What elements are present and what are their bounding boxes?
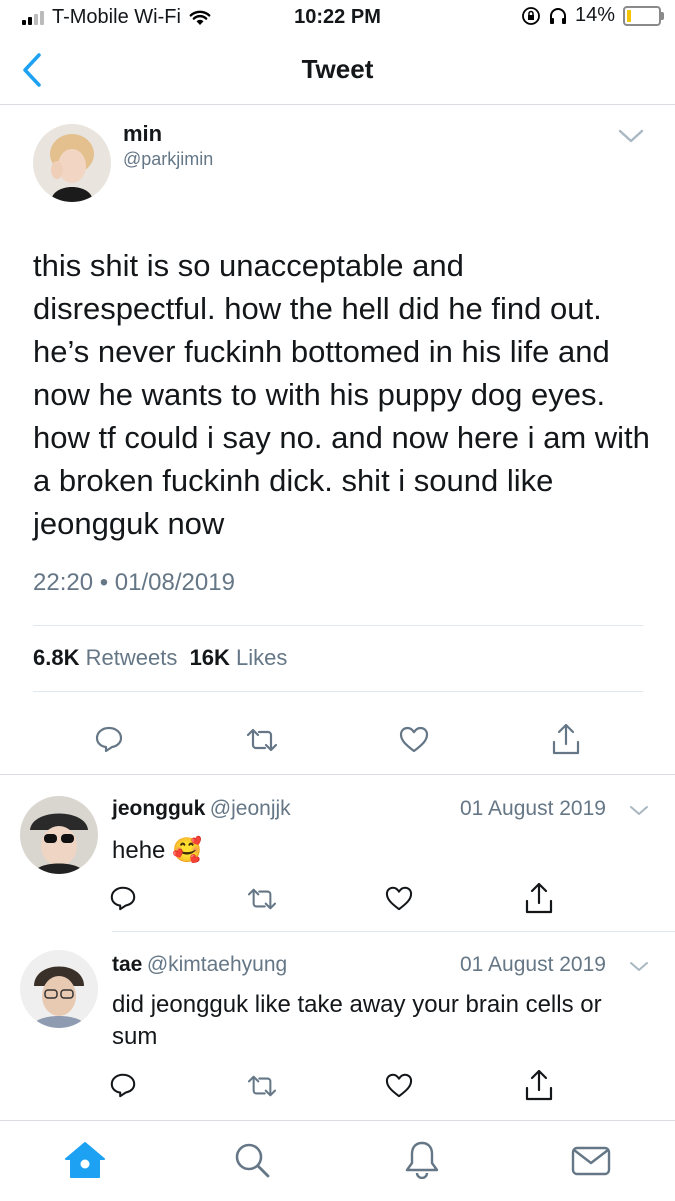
likes-label: Likes [236, 645, 288, 670]
chevron-down-icon[interactable] [629, 804, 649, 817]
reply-date: 01 August 2019 [460, 797, 606, 820]
like-icon[interactable] [385, 885, 413, 911]
reply-text: did jeongguk like take away your brain c… [112, 991, 602, 1050]
like-icon[interactable] [385, 1072, 413, 1098]
retweets-stat[interactable]: 6.8K Retweets [33, 645, 177, 670]
retweets-count: 6.8K [33, 645, 80, 670]
retweets-label: Retweets [85, 645, 178, 670]
share-icon[interactable] [551, 722, 581, 756]
avatar[interactable] [20, 796, 98, 874]
reply-date: 01 August 2019 [460, 953, 606, 976]
divider [112, 931, 675, 932]
divider [33, 625, 643, 626]
avatar[interactable] [20, 950, 98, 1028]
share-icon[interactable] [524, 1068, 554, 1102]
chevron-down-icon[interactable] [618, 128, 644, 144]
reply-author-name[interactable]: jeongguk [112, 797, 205, 820]
reply-icon[interactable] [109, 884, 137, 912]
page-title: Tweet [301, 54, 374, 84]
tab-bar [0, 1120, 675, 1201]
reply-icon[interactable] [109, 1071, 137, 1099]
retweet-icon[interactable] [245, 726, 279, 754]
messages-icon[interactable] [570, 1145, 612, 1177]
reply-author-name[interactable]: tae [112, 953, 142, 976]
likes-count: 16K [189, 645, 230, 670]
reply-author-handle[interactable]: @jeonjjk [210, 797, 291, 820]
share-icon[interactable] [524, 881, 554, 915]
chevron-down-icon[interactable] [629, 960, 649, 973]
rotation-lock-icon [522, 6, 540, 25]
home-icon[interactable] [64, 1141, 106, 1179]
like-icon[interactable] [399, 725, 429, 753]
divider [33, 691, 643, 692]
reply-text-container: hehe 🥰 [112, 835, 202, 867]
reply-text: hehe [112, 837, 166, 864]
notifications-icon[interactable] [404, 1139, 440, 1179]
battery-icon [623, 5, 664, 26]
tweet-stats: 6.8K Retweets 16K Likes [33, 645, 287, 671]
author-handle[interactable]: @parkjimin [123, 149, 213, 170]
retweet-icon[interactable] [246, 1073, 278, 1099]
reply-icon[interactable] [94, 724, 124, 754]
tweet-timestamp: 22:20 • 01/08/2019 [33, 569, 235, 596]
tweet-text: this shit is so unacceptable and disresp… [33, 248, 650, 541]
retweet-icon[interactable] [246, 886, 278, 912]
author-name[interactable]: min [123, 121, 162, 147]
reply-author-handle[interactable]: @kimtaehyung [147, 953, 287, 976]
divider [0, 774, 675, 775]
avatar[interactable] [33, 124, 111, 202]
smiling-face-with-hearts-emoji: 🥰 [172, 837, 202, 864]
search-icon[interactable] [233, 1141, 271, 1179]
status-bar: T-Mobile Wi-Fi 10:22 PM 14% [0, 0, 675, 36]
battery-percent: 14% [574, 4, 615, 26]
headphones-icon [549, 7, 566, 24]
likes-stat[interactable]: 16K Likes [190, 645, 288, 670]
nav-bar: Tweet [0, 36, 675, 105]
status-right: 14% [521, 4, 664, 27]
